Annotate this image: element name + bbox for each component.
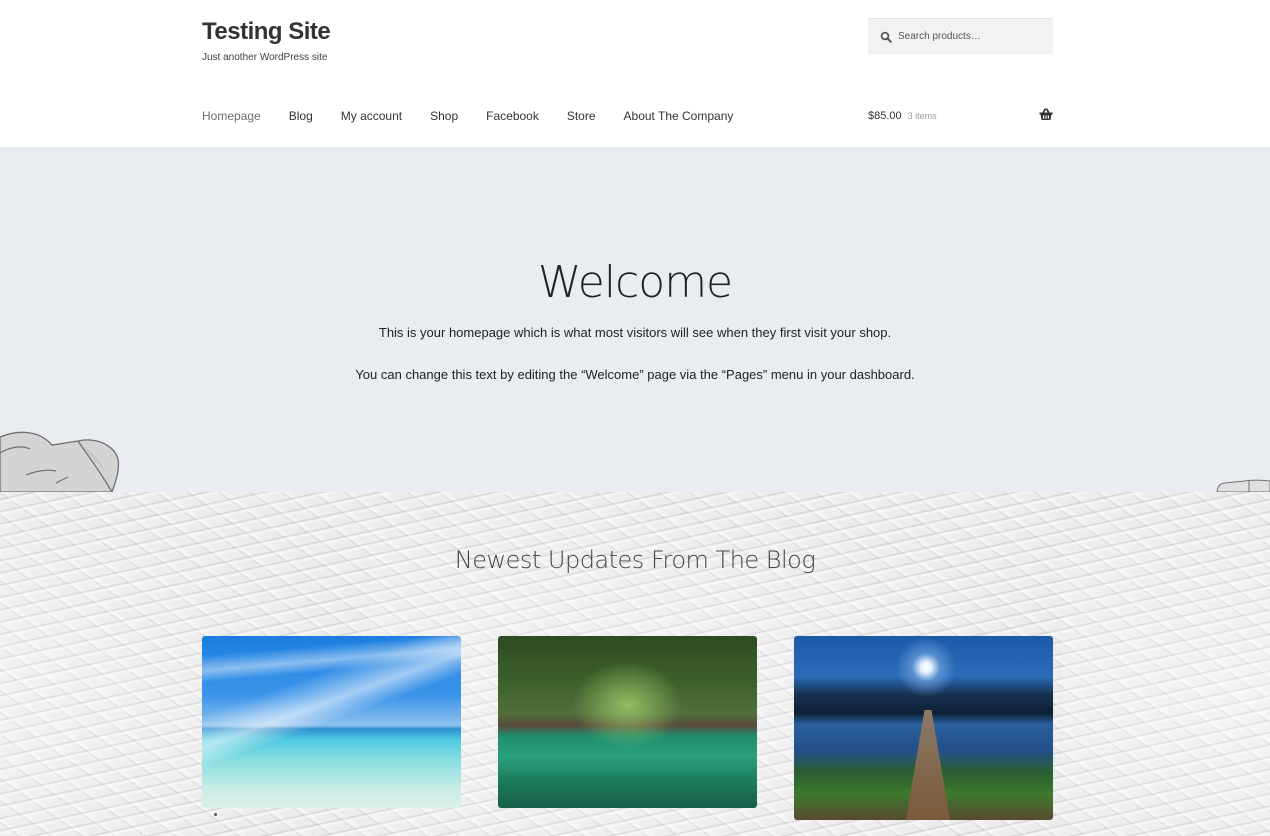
- blog-post-thumbnail-lake[interactable]: [794, 636, 1053, 820]
- nav-item-my-account[interactable]: My account: [341, 107, 402, 125]
- hero-title: Welcome: [537, 257, 733, 308]
- list-bullet: [214, 813, 217, 816]
- cart-count: 3 items: [907, 111, 937, 121]
- nav-item-store[interactable]: Store: [567, 107, 596, 125]
- welcome-hero: Welcome This is your homepage which is w…: [0, 147, 1270, 492]
- site-tagline: Just another WordPress site: [202, 52, 328, 63]
- blog-post-thumbnail-river[interactable]: [498, 636, 757, 808]
- blog-section: Newest Updates From The Blog: [0, 492, 1270, 836]
- search-input[interactable]: [898, 31, 1038, 42]
- cart-link[interactable]: $85.00 3 items: [868, 107, 1053, 125]
- search-icon: [880, 31, 892, 43]
- dock-shape: [906, 710, 950, 820]
- site-header: Testing Site Just another WordPress site…: [0, 0, 1270, 147]
- product-search: [868, 18, 1053, 54]
- cart-amount: $85.00: [868, 110, 902, 122]
- hoodie-image-left: [0, 431, 120, 492]
- blog-heading: Newest Updates From The Blog: [454, 546, 816, 574]
- nav-item-about-the-company[interactable]: About The Company: [624, 107, 734, 125]
- nav-item-homepage[interactable]: Homepage: [202, 107, 261, 125]
- site-title-link[interactable]: Testing Site: [202, 18, 331, 46]
- hoodie-image-right: [1216, 479, 1270, 492]
- nav-item-blog[interactable]: Blog: [289, 107, 313, 125]
- texture-tile: [1063, 492, 1270, 836]
- primary-navigation: Homepage Blog My account Shop Facebook S…: [202, 107, 761, 125]
- blog-post-thumbnail-beach[interactable]: [202, 636, 461, 808]
- nav-item-shop[interactable]: Shop: [430, 107, 458, 125]
- basket-icon: [1039, 108, 1053, 121]
- nav-item-facebook[interactable]: Facebook: [486, 107, 539, 125]
- hero-paragraph: You can change this text by editing the …: [355, 367, 915, 382]
- hero-paragraph: This is your homepage which is what most…: [378, 325, 892, 340]
